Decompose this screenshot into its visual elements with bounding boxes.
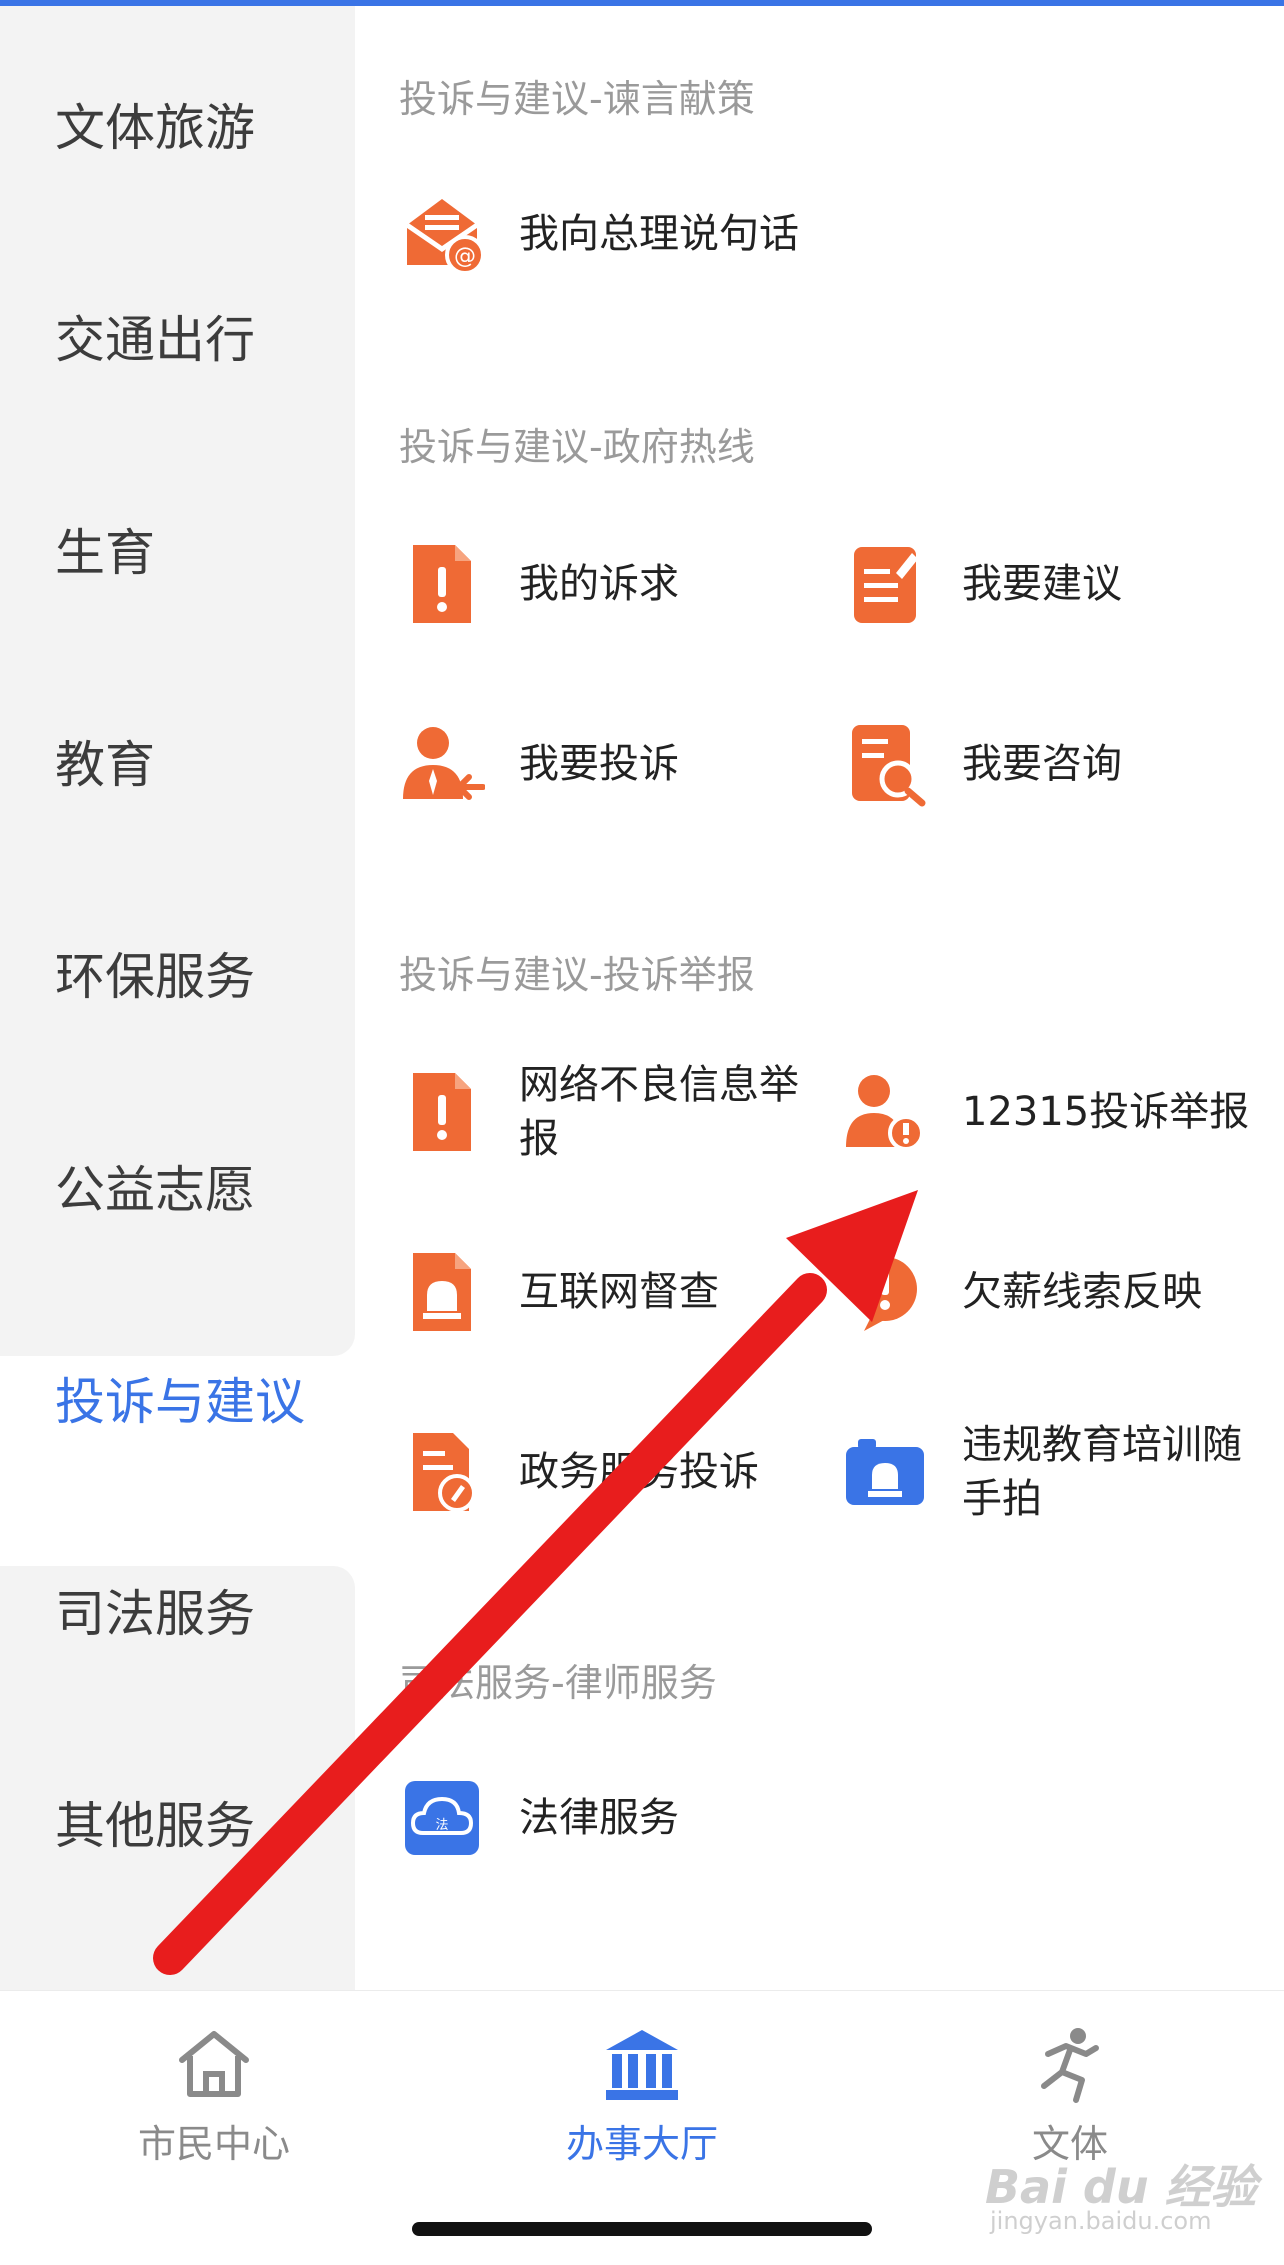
service-label: 欠薪线索反映 bbox=[962, 1269, 1202, 1315]
sidebar-item-education[interactable]: 教育 bbox=[55, 715, 355, 815]
document-pen-icon bbox=[842, 541, 928, 627]
tab-citizen-center[interactable]: 市民中心 bbox=[64, 2021, 364, 2166]
service-label: 我要建议 bbox=[962, 561, 1122, 607]
alert-bubble-icon bbox=[842, 1249, 928, 1335]
section-title: 投诉与建议-谏言献策 bbox=[399, 77, 755, 121]
svg-text:法: 法 bbox=[435, 1818, 448, 1833]
sidebar-item-birth[interactable]: 生育 bbox=[55, 503, 355, 603]
category-sidebar: 文体旅游 交通出行 生育 教育 环保服务 公益志愿 投诉与建议 司法服务 其他服… bbox=[0, 6, 355, 1996]
document-exclamation-icon bbox=[399, 1069, 485, 1155]
service-label: 政务服务投诉 bbox=[519, 1449, 759, 1495]
cloud-law-icon: 法 bbox=[399, 1775, 485, 1861]
person-arrow-icon bbox=[399, 721, 485, 807]
person-alert-icon bbox=[842, 1069, 928, 1155]
service-wage-arrears[interactable]: 欠薪线索反映 bbox=[842, 1232, 1282, 1352]
tab-culture-sports[interactable]: 文体 bbox=[920, 2021, 1220, 2166]
svg-text:@: @ bbox=[454, 244, 476, 269]
service-gov-service-complaint[interactable]: 政务服务投诉 bbox=[399, 1412, 839, 1532]
section-title: 投诉与建议-投诉举报 bbox=[399, 953, 755, 997]
service-my-appeal[interactable]: 我的诉求 bbox=[399, 524, 839, 644]
home-indicator bbox=[412, 2222, 872, 2236]
document-exclamation-icon bbox=[399, 541, 485, 627]
sidebar-item-judicial[interactable]: 司法服务 bbox=[55, 1564, 355, 1664]
bank-building-icon bbox=[492, 2021, 792, 2107]
service-label: 我的诉求 bbox=[519, 561, 679, 607]
service-label: 违规教育培训随手拍 bbox=[962, 1422, 1242, 1522]
service-label: 互联网督查 bbox=[519, 1269, 719, 1315]
service-my-suggestion[interactable]: 我要建议 bbox=[842, 524, 1282, 644]
sidebar-item-transport[interactable]: 交通出行 bbox=[55, 290, 355, 390]
camera-alarm-icon bbox=[842, 1429, 928, 1515]
running-person-icon bbox=[920, 2021, 1220, 2107]
document-alarm-icon bbox=[399, 1249, 485, 1335]
service-content: 投诉与建议-谏言献策 @ 我向总理说句话 投诉与建议-政府热线 我的诉求 我要建… bbox=[355, 6, 1284, 1990]
service-label: 法律服务 bbox=[519, 1795, 679, 1841]
section-title: 司法服务-律师服务 bbox=[399, 1661, 717, 1705]
service-12315-report[interactable]: 12315投诉举报 bbox=[842, 1052, 1282, 1172]
sidebar-item-volunteer[interactable]: 公益志愿 bbox=[55, 1140, 355, 1240]
document-search-icon bbox=[842, 721, 928, 807]
service-legal[interactable]: 法 法律服务 bbox=[399, 1758, 839, 1878]
tab-label: 市民中心 bbox=[137, 2122, 290, 2166]
tab-label: 办事大厅 bbox=[565, 2122, 718, 2166]
section-title: 投诉与建议-政府热线 bbox=[399, 425, 755, 469]
service-premier-message[interactable]: @ 我向总理说句话 bbox=[399, 174, 839, 294]
service-bad-info-report[interactable]: 网络不良信息举报 bbox=[399, 1052, 839, 1172]
document-edit-icon bbox=[399, 1429, 485, 1515]
service-my-complaint[interactable]: 我要投诉 bbox=[399, 704, 839, 824]
service-label: 我要咨询 bbox=[962, 741, 1122, 787]
service-label: 网络不良信息举报 bbox=[519, 1062, 799, 1162]
sidebar-item-complaints[interactable]: 投诉与建议 bbox=[55, 1352, 355, 1452]
service-label: 我要投诉 bbox=[519, 741, 679, 787]
service-illegal-training-photo[interactable]: 违规教育培训随手拍 bbox=[842, 1412, 1282, 1532]
service-label: 12315投诉举报 bbox=[962, 1089, 1250, 1135]
home-icon bbox=[64, 2021, 364, 2107]
sidebar-item-other[interactable]: 其他服务 bbox=[55, 1776, 355, 1876]
sidebar-item-environment[interactable]: 环保服务 bbox=[55, 927, 355, 1027]
watermark-url: jingyan.baidu.com bbox=[990, 2207, 1212, 2235]
sidebar-item-culture-travel[interactable]: 文体旅游 bbox=[55, 78, 355, 178]
service-my-inquiry[interactable]: 我要咨询 bbox=[842, 704, 1282, 824]
tab-service-hall[interactable]: 办事大厅 bbox=[492, 2021, 792, 2166]
envelope-at-icon: @ bbox=[399, 191, 485, 277]
service-label: 我向总理说句话 bbox=[519, 211, 799, 257]
service-internet-inspection[interactable]: 互联网督查 bbox=[399, 1232, 839, 1352]
